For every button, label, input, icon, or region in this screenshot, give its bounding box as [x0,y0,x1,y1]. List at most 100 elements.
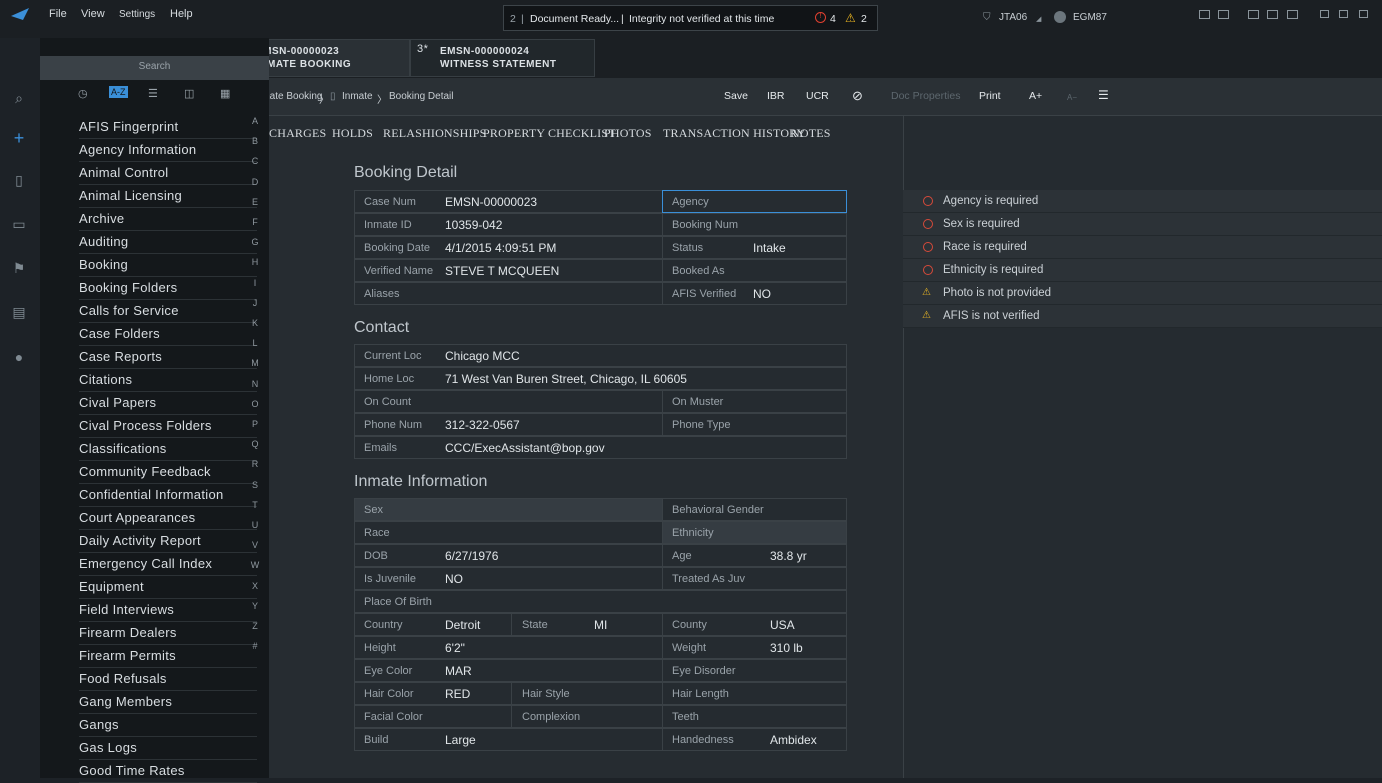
alpha-index-letter[interactable]: K [248,318,262,328]
grid-view-icon[interactable]: ▦ [220,87,230,100]
alpha-index-letter[interactable]: # [248,641,262,651]
alpha-index-letter[interactable]: B [248,136,262,146]
tab-notes[interactable]: NOTES [791,126,831,141]
validation-item[interactable]: Race is required [903,236,1382,259]
list-item[interactable]: Cival Papers [79,392,257,415]
alpha-index-letter[interactable]: L [248,338,262,348]
alpha-index-letter[interactable]: N [248,379,262,389]
list-item[interactable]: Gang Members [79,691,257,714]
alpha-index-letter[interactable]: H [248,257,262,267]
booking-num-field[interactable]: Booking Num [662,213,847,236]
tab-transaction-history[interactable]: TRANSACTION HISTORY [663,126,806,141]
camera-icon[interactable] [1218,10,1229,19]
alpha-index-letter[interactable]: S [248,480,262,490]
alpha-index-letter[interactable]: U [248,520,262,530]
hair-length-field[interactable]: Hair Length [662,682,847,705]
layout-right-icon[interactable] [1287,10,1298,19]
validation-item[interactable]: Ethnicity is required [903,259,1382,282]
sex-field[interactable]: Sex [354,498,663,521]
document-icon[interactable]: ▯ [11,172,27,188]
ibr-button[interactable]: IBR [767,90,785,102]
ucr-button[interactable]: UCR [806,90,829,102]
age-field[interactable]: 38.8 yr [770,549,807,563]
close-icon[interactable] [1359,10,1368,18]
agency-field[interactable]: Agency [662,190,847,213]
print-button[interactable]: Print [979,90,1001,102]
list-view-icon[interactable]: ☰ [148,87,158,100]
font-increase-button[interactable]: A+ [1029,90,1042,102]
alpha-index-letter[interactable]: E [248,197,262,207]
menu-settings[interactable]: Settings [119,9,155,20]
menu-lines-icon[interactable]: ☰ [1098,88,1109,102]
avatar[interactable] [1054,11,1066,23]
menu-file[interactable]: File [49,8,67,20]
alpha-index-letter[interactable]: Q [248,439,262,449]
flag-icon[interactable]: ⚑ [11,260,27,276]
alpha-index-letter[interactable]: I [248,278,262,288]
booked-as-field[interactable]: Booked As [662,259,847,282]
on-muster-field[interactable]: On Muster [662,390,847,413]
country-field[interactable]: Detroit [445,618,480,632]
height-field[interactable]: 6'2" [445,641,465,655]
list-item[interactable]: Classifications [79,438,257,461]
list-item[interactable]: Booking [79,254,257,277]
menu-view[interactable]: View [81,8,105,20]
tab-charges[interactable]: CHARGES [269,126,326,141]
doc-properties-button[interactable]: Doc Properties [891,90,960,102]
alpha-index-letter[interactable]: F [248,217,262,227]
race-field[interactable]: Race [354,521,663,544]
tab-inmate-booking[interactable]: EMSN-00000023 INMATE BOOKING [245,39,410,77]
list-item[interactable]: Court Appearances [79,507,257,530]
minimize-icon[interactable] [1320,10,1329,18]
current-loc-field[interactable]: Chicago MCC [445,349,520,363]
county-field[interactable]: USA [770,618,795,632]
chevron-down-icon[interactable]: ◢ [1036,15,1041,23]
list-item[interactable]: Confidential Information [79,484,257,507]
facial-color-field[interactable]: Facial Color [354,705,512,728]
status-box[interactable]: 2 | Document Ready... | Integrity not ve… [503,5,878,31]
list-item[interactable]: Archive [79,208,257,231]
teeth-field[interactable]: Teeth [662,705,847,728]
treated-as-juv-field[interactable]: Treated As Juv [662,567,847,590]
alpha-index-letter[interactable]: Y [248,601,262,611]
list-item[interactable]: Field Interviews [79,599,257,622]
station-label[interactable]: JTA06 [999,12,1027,23]
save-button[interactable]: Save [724,90,748,102]
menu-help[interactable]: Help [170,8,193,20]
list-item[interactable]: Calls for Service [79,300,257,323]
list-item[interactable]: Daily Activity Report [79,530,257,553]
user-label[interactable]: EGM87 [1073,12,1107,23]
list-item[interactable]: Gas Logs [79,737,257,760]
list-item[interactable]: Gangs [79,714,257,737]
case-num-field[interactable]: EMSN-00000023 [445,195,537,209]
hair-style-field[interactable]: Hair Style [511,682,663,705]
emails-field[interactable]: CCC/ExecAssistant@bop.gov [445,441,605,455]
alpha-index-letter[interactable]: O [248,399,262,409]
eye-disorder-field[interactable]: Eye Disorder [662,659,847,682]
validation-item[interactable]: Sex is required [903,213,1382,236]
alpha-index-letter[interactable]: A [248,116,262,126]
home-loc-field[interactable]: 71 West Van Buren Street, Chicago, IL 60… [445,372,687,386]
list-item[interactable]: Case Folders [79,323,257,346]
aliases-field[interactable]: Aliases [354,282,663,305]
validation-item[interactable]: ⚠ AFIS is not verified [903,305,1382,328]
list-item[interactable]: Firearm Permits [79,645,257,668]
paperclip-icon[interactable]: ⊘ [852,88,863,104]
list-item[interactable]: Citations [79,369,257,392]
alpha-index-letter[interactable]: M [248,358,262,368]
breadcrumb-inmate[interactable]: Inmate [342,91,373,102]
behavioral-gender-field[interactable]: Behavioral Gender [662,498,847,521]
tab-witness-statement[interactable]: 3* EMSN-000000024 WITNESS STATEMENT [410,39,595,77]
search-input[interactable]: Search [40,56,269,80]
complexion-field[interactable]: Complexion [511,705,663,728]
afis-verified-field[interactable]: NO [753,287,771,301]
state-field[interactable]: MI [594,618,607,632]
tab-property-checklist[interactable]: PROPERTY CHECKLIST [483,126,616,141]
list-item[interactable]: Booking Folders [79,277,257,300]
tab-holds[interactable]: HOLDS [332,126,373,141]
handedness-field[interactable]: Ambidex [770,733,817,747]
phone-num-field[interactable]: 312-322-0567 [445,418,520,432]
list-item[interactable]: Agency Information [79,139,257,162]
layout-bottom-icon[interactable] [1267,10,1278,19]
list-item[interactable]: Animal Licensing [79,185,257,208]
